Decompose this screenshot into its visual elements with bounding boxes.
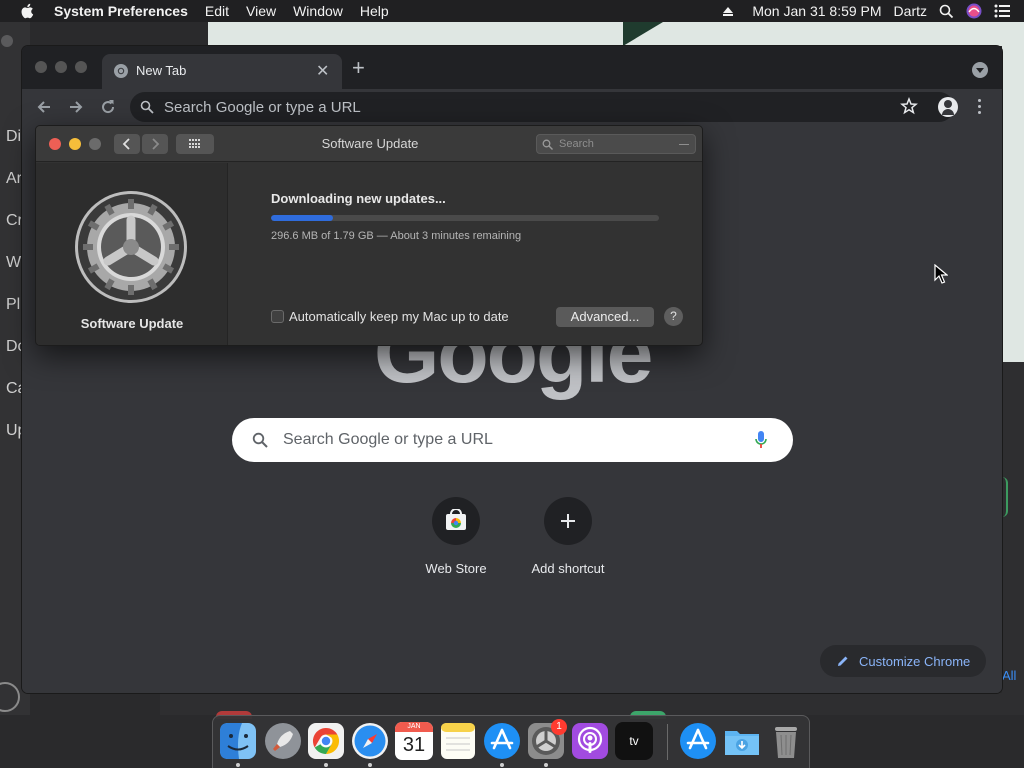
apple-tv-icon[interactable]: tv (615, 722, 653, 760)
apple-menu-icon[interactable] (19, 2, 37, 20)
chrome-tab-strip: New Tab ✕ + (22, 46, 1002, 89)
menu-item-window[interactable]: Window (293, 3, 343, 19)
chrome-zoom-button[interactable] (75, 61, 87, 73)
finder-icon[interactable] (219, 722, 257, 760)
background-panel-bottom (160, 693, 1024, 719)
bookmark-star-icon[interactable] (900, 97, 918, 115)
add-icon (544, 497, 592, 545)
dock: JAN 31 1 tv (212, 715, 810, 768)
background-panel (1002, 362, 1024, 715)
chrome-favicon-icon (114, 64, 128, 78)
software-update-titlebar: Software Update Search (36, 126, 702, 162)
tab-new-tab[interactable]: New Tab ✕ (102, 54, 342, 89)
google-search-placeholder: Search Google or type a URL (283, 431, 493, 448)
auto-update-label[interactable]: Automatically keep my Mac up to date (289, 309, 509, 324)
menu-app-name[interactable]: System Preferences (54, 3, 188, 19)
chrome-minimize-button[interactable] (55, 61, 67, 73)
background-sidebar-fragment: Ar (6, 170, 22, 187)
launchpad-icon[interactable] (264, 722, 302, 760)
app-store-running-indicator (500, 763, 504, 767)
search-icon (252, 432, 268, 448)
profile-avatar-icon[interactable] (938, 97, 958, 117)
calendar-day: 31 (402, 734, 426, 756)
apple-tv-label: tv (629, 734, 639, 748)
notification-badge: 1 (551, 719, 567, 735)
calendar-month: JAN (395, 722, 433, 732)
notes-icon[interactable] (439, 722, 477, 760)
background-window-control (1, 35, 13, 47)
pencil-icon (838, 656, 848, 666)
menu-item-edit[interactable]: Edit (205, 3, 229, 19)
menu-bar: System Preferences Edit View Window Help… (0, 0, 1024, 22)
download-progress-fill (271, 215, 334, 221)
search-icon (542, 139, 553, 150)
download-status-text: 296.6 MB of 1.79 GB — About 3 minutes re… (271, 230, 522, 242)
back-arrow-icon[interactable] (34, 97, 54, 117)
background-sidebar-fragment: W (6, 254, 22, 271)
finder-running-indicator (236, 763, 240, 767)
app-store-icon[interactable] (679, 722, 717, 760)
control-center-icon[interactable] (994, 4, 1010, 18)
safari-icon[interactable] (351, 722, 389, 760)
background-sidebar-fragment: Cr (6, 212, 23, 229)
background-wallpaper-strip (208, 22, 1024, 46)
menu-item-view[interactable]: View (246, 3, 276, 19)
eject-icon[interactable] (722, 5, 734, 17)
mouse-pointer-icon (934, 264, 948, 284)
calendar-icon[interactable]: JAN 31 (395, 722, 433, 760)
downloading-title: Downloading new updates... (271, 191, 446, 206)
background-all-link[interactable]: All (1002, 668, 1016, 683)
siri-icon[interactable] (966, 3, 982, 19)
omnibox-search-icon (140, 100, 154, 114)
chrome-close-button[interactable] (35, 61, 47, 73)
menu-clock[interactable]: Mon Jan 31 8:59 PM (752, 3, 881, 19)
software-update-label: Software Update (80, 316, 184, 331)
safari-running-indicator (368, 763, 372, 767)
shortcut-label: Web Store (425, 561, 487, 576)
preferences-search-field[interactable]: Search (536, 134, 696, 154)
shortcut-label: Add shortcut (531, 561, 605, 576)
chrome-toolbar: Search Google or type a URL (22, 89, 1002, 125)
dock-separator (667, 724, 668, 760)
reload-icon[interactable] (98, 97, 118, 117)
background-wallpaper-strip (1002, 46, 1024, 362)
voice-search-mic-icon[interactable] (754, 430, 768, 450)
system-preferences-running-indicator (544, 763, 548, 767)
menu-user-name[interactable]: Dartz (894, 3, 927, 19)
tab-title: New Tab (136, 63, 187, 78)
new-tab-button[interactable]: + (352, 57, 365, 79)
software-update-gear-icon (75, 191, 187, 303)
background-sidebar-fragment: Di (6, 128, 22, 145)
help-button[interactable]: ? (664, 307, 683, 326)
chrome-running-indicator (324, 763, 328, 767)
customize-chrome-button[interactable]: Customize Chrome (820, 645, 986, 677)
search-placeholder: Search (559, 138, 594, 150)
chrome-menu-icon[interactable] (978, 99, 982, 115)
spotlight-search-icon[interactable] (939, 4, 954, 19)
omnibox[interactable]: Search Google or type a URL (130, 92, 954, 122)
trash-icon[interactable] (767, 722, 805, 760)
shortcut-add[interactable]: Add shortcut (523, 497, 613, 576)
advanced-button[interactable]: Advanced... (556, 307, 654, 327)
customize-chrome-label: Customize Chrome (859, 654, 971, 669)
shortcut-web-store[interactable]: Web Store (411, 497, 501, 576)
omnibox-placeholder: Search Google or type a URL (164, 99, 361, 116)
google-search-box[interactable]: Search Google or type a URL (232, 418, 793, 462)
auto-update-checkbox[interactable] (271, 310, 284, 323)
menu-item-help[interactable]: Help (360, 3, 389, 19)
forward-arrow-icon[interactable] (66, 97, 86, 117)
chrome-icon[interactable] (307, 722, 345, 760)
tab-close-icon[interactable]: ✕ (316, 61, 329, 81)
web-store-icon (432, 497, 480, 545)
podcasts-icon[interactable] (571, 722, 609, 760)
software-update-sidebar: Software Update (36, 163, 228, 345)
downloads-folder-icon[interactable] (723, 722, 761, 760)
software-update-window: Software Update Search Software Update D… (35, 125, 703, 346)
background-avatar-ring (0, 682, 20, 712)
download-progress-bar (271, 215, 659, 221)
tab-search-icon[interactable] (972, 62, 988, 78)
app-store-icon[interactable] (483, 722, 521, 760)
background-sidebar-fragment: Pl (6, 296, 21, 313)
